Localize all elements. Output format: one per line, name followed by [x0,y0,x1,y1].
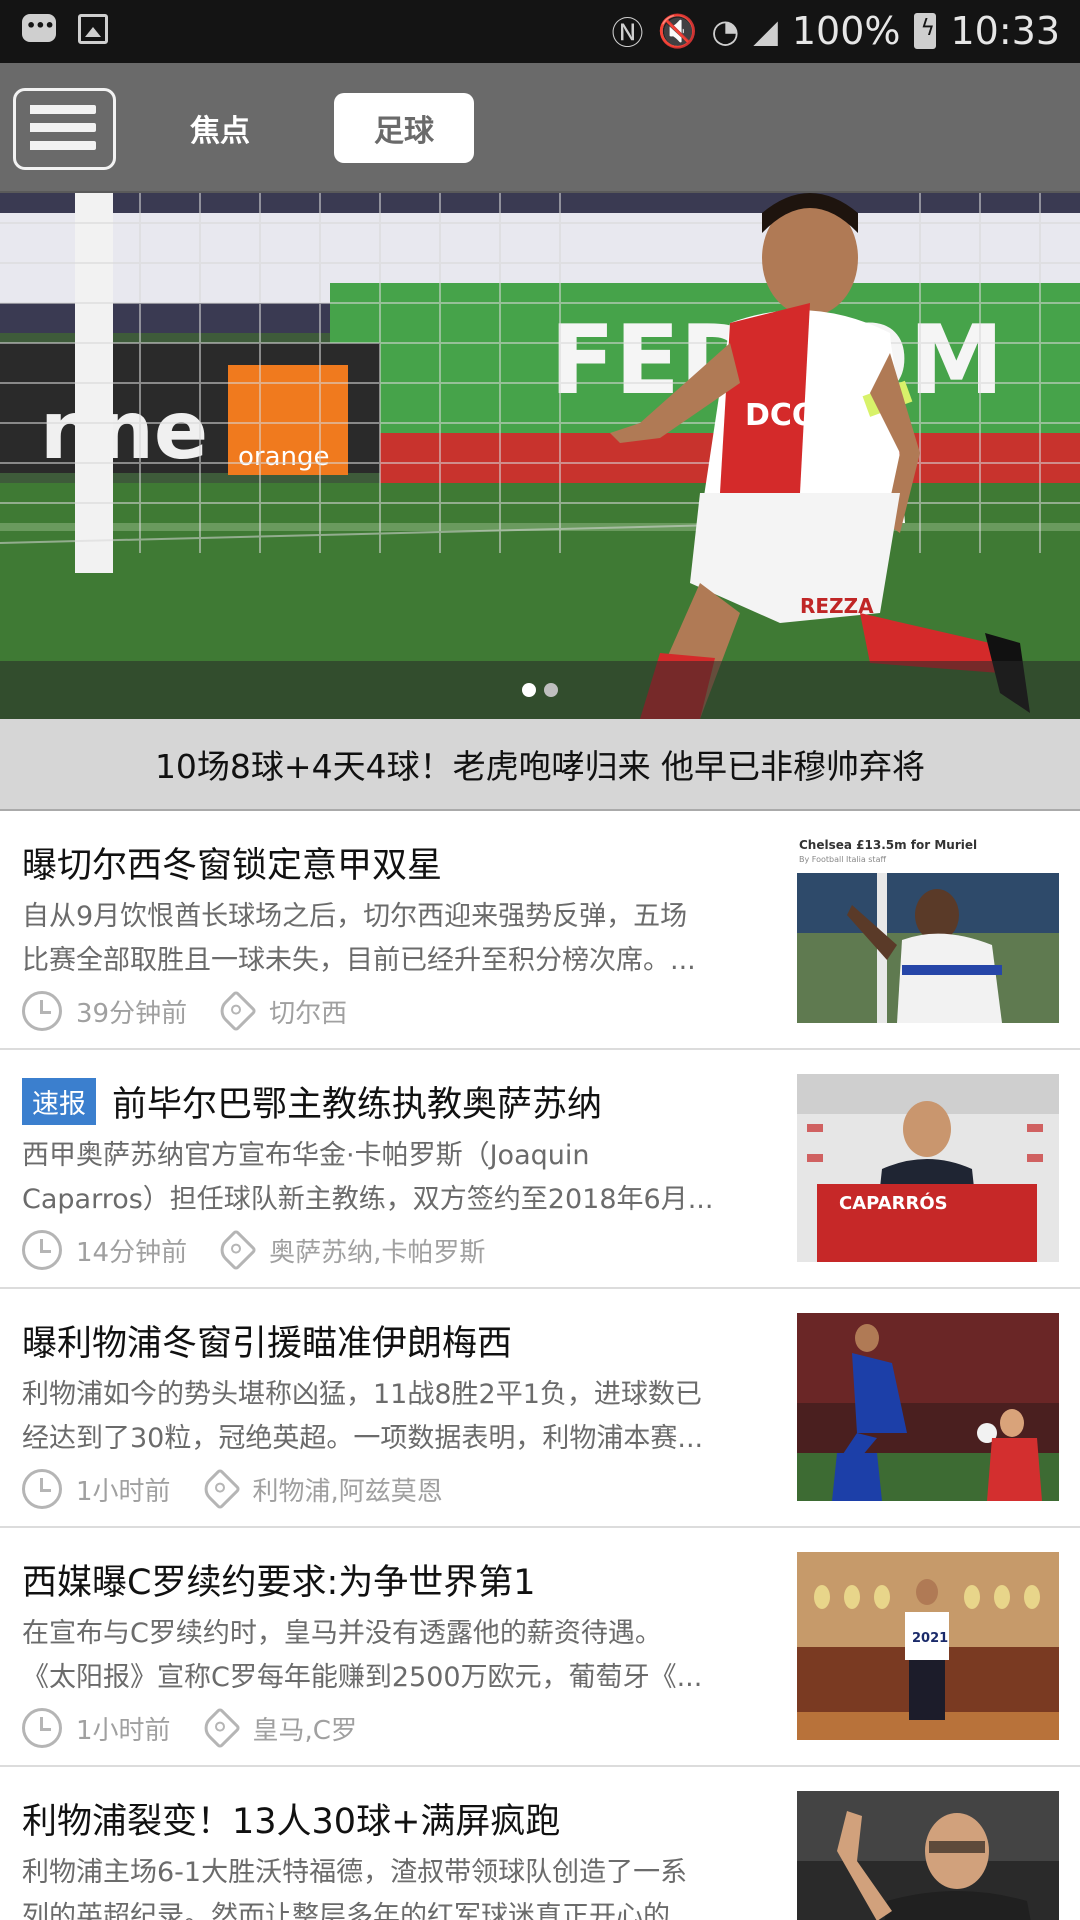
hero-image: nne orange FEDCOM DCOM REZZ [0,193,1080,719]
clock-icon [22,1230,62,1270]
tab-football[interactable]: 足球 [334,93,474,163]
status-bar: Ⓝ 🔇 ◔ ◢ 100% 10:33 [0,0,1080,63]
tag-icon [198,1467,241,1511]
signal-icon: ◢ [753,12,778,50]
news-title: 利物浦裂变！13人30球+满屏疯跑 [22,1802,561,1842]
news-thumbnail: 2021 [797,1552,1059,1740]
news-item[interactable]: 利物浦裂变！13人30球+满屏疯跑 利物浦主场6-1大胜沃特福德，渣叔带领球队创… [0,1767,1080,1920]
breaking-badge: 速报 [22,1078,96,1125]
news-summary: 西甲奥萨苏纳官方宣布华金·卡帕罗斯（Joaquin Caparros）担任球队新… [22,1140,714,1215]
clock-icon [22,1469,62,1509]
news-time: 1小时前 [76,1715,171,1746]
nfc-icon: Ⓝ [611,14,644,52]
tag-icon [214,989,258,1033]
hero-title[interactable]: 10场8球+4天4球！老虎咆哮归来 他早已非穆帅弃将 [0,719,1080,811]
news-time: 1小时前 [76,1476,171,1507]
menu-button[interactable] [13,88,116,170]
news-thumbnail: Chelsea £13.5m for Muriel By Football It… [797,835,1059,1023]
news-title: 曝利物浦冬窗引援瞄准伊朗梅西 [22,1324,513,1364]
clock-icon [22,991,62,1031]
news-item[interactable]: 速报 前毕尔巴鄂主教练执教奥萨苏纳 西甲奥萨苏纳官方宣布华金·卡帕罗斯（Joaq… [0,1050,1080,1289]
news-summary: 在宣布与C罗续约时，皇马并没有透露他的薪资待遇。 《太阳报》宣称C罗每年能赚到2… [22,1618,703,1693]
thumb-subcaption: By Football Italia staff [799,855,886,864]
mute-icon: 🔇 [657,12,698,50]
image-icon [78,14,108,44]
news-item[interactable]: 曝利物浦冬窗引援瞄准伊朗梅西 利物浦如今的势头堪称凶猛，11战8胜2平1负，进球… [0,1289,1080,1528]
thumb-caption: 2021 [912,1631,948,1646]
carousel-indicator [0,661,1080,719]
battery-percent: 100% [791,9,901,53]
news-meta: 14分钟前 奥萨苏纳,卡帕罗斯 [22,1228,486,1272]
news-meta: 1小时前 皇马,C罗 [22,1706,357,1750]
hero-shirt-text: DCOM [745,398,847,433]
message-icon [22,14,56,42]
news-title: 曝切尔西冬窗锁定意甲双星 [22,846,443,886]
tab-focus[interactable]: 焦点 [150,93,290,163]
news-tags: 切尔西 [269,998,348,1029]
thumb-caption: Chelsea £13.5m for Muriel [799,838,977,852]
news-list: 曝切尔西冬窗锁定意甲双星 自从9月饮恨酋长球场之后，切尔西迎来强势反弹，五场 比… [0,811,1080,1920]
news-meta: 1小时前 利物浦,阿兹莫恩 [22,1467,443,1511]
news-summary: 利物浦主场6-1大胜沃特福德，渣叔带领球队创造了一系 列的英超纪录。然而让整层多… [22,1857,688,1920]
news-item[interactable]: 曝切尔西冬窗锁定意甲双星 自从9月饮恨酋长球场之后，切尔西迎来强势反弹，五场 比… [0,811,1080,1050]
news-title: 西媒曝C罗续约要求:为争世界第1 [22,1563,536,1603]
news-thumbnail: CAPARRÓS [797,1074,1059,1262]
news-summary: 利物浦如今的势头堪称凶猛，11战8胜2平1负，进球数已 经达到了30粒，冠绝英超… [22,1379,704,1454]
tag-icon [198,1706,241,1750]
news-meta: 39分钟前 切尔西 [22,989,348,1033]
battery-icon [914,13,937,49]
hero-ad-text-orange: orange [238,442,330,472]
clock-time: 10:33 [950,9,1060,53]
news-tags: 奥萨苏纳,卡帕罗斯 [269,1237,486,1268]
news-tags: 利物浦,阿兹莫恩 [252,1476,443,1507]
news-thumbnail [797,1791,1059,1920]
wifi-icon: ◔ [711,12,740,50]
carousel-dot-2[interactable] [544,683,558,697]
thumb-caption: CAPARRÓS [839,1192,948,1214]
top-nav: 焦点 足球 [0,63,1080,193]
clock-icon [22,1708,62,1748]
news-thumbnail [797,1313,1059,1501]
news-item[interactable]: 西媒曝C罗续约要求:为争世界第1 在宣布与C罗续约时，皇马并没有透露他的薪资待遇… [0,1528,1080,1767]
news-time: 39分钟前 [76,998,188,1029]
news-time: 14分钟前 [76,1237,188,1268]
tag-icon [214,1228,258,1272]
news-title: 速报 前毕尔巴鄂主教练执教奥萨苏纳 [22,1076,782,1127]
news-tags: 皇马,C罗 [252,1715,357,1746]
news-summary: 自从9月饮恨酋长球场之后，切尔西迎来强势反弹，五场 比赛全部取胜且一球未失，目前… [22,901,696,976]
hero-carousel[interactable]: nne orange FEDCOM DCOM REZZ [0,193,1080,719]
carousel-dot-1[interactable] [522,683,536,697]
